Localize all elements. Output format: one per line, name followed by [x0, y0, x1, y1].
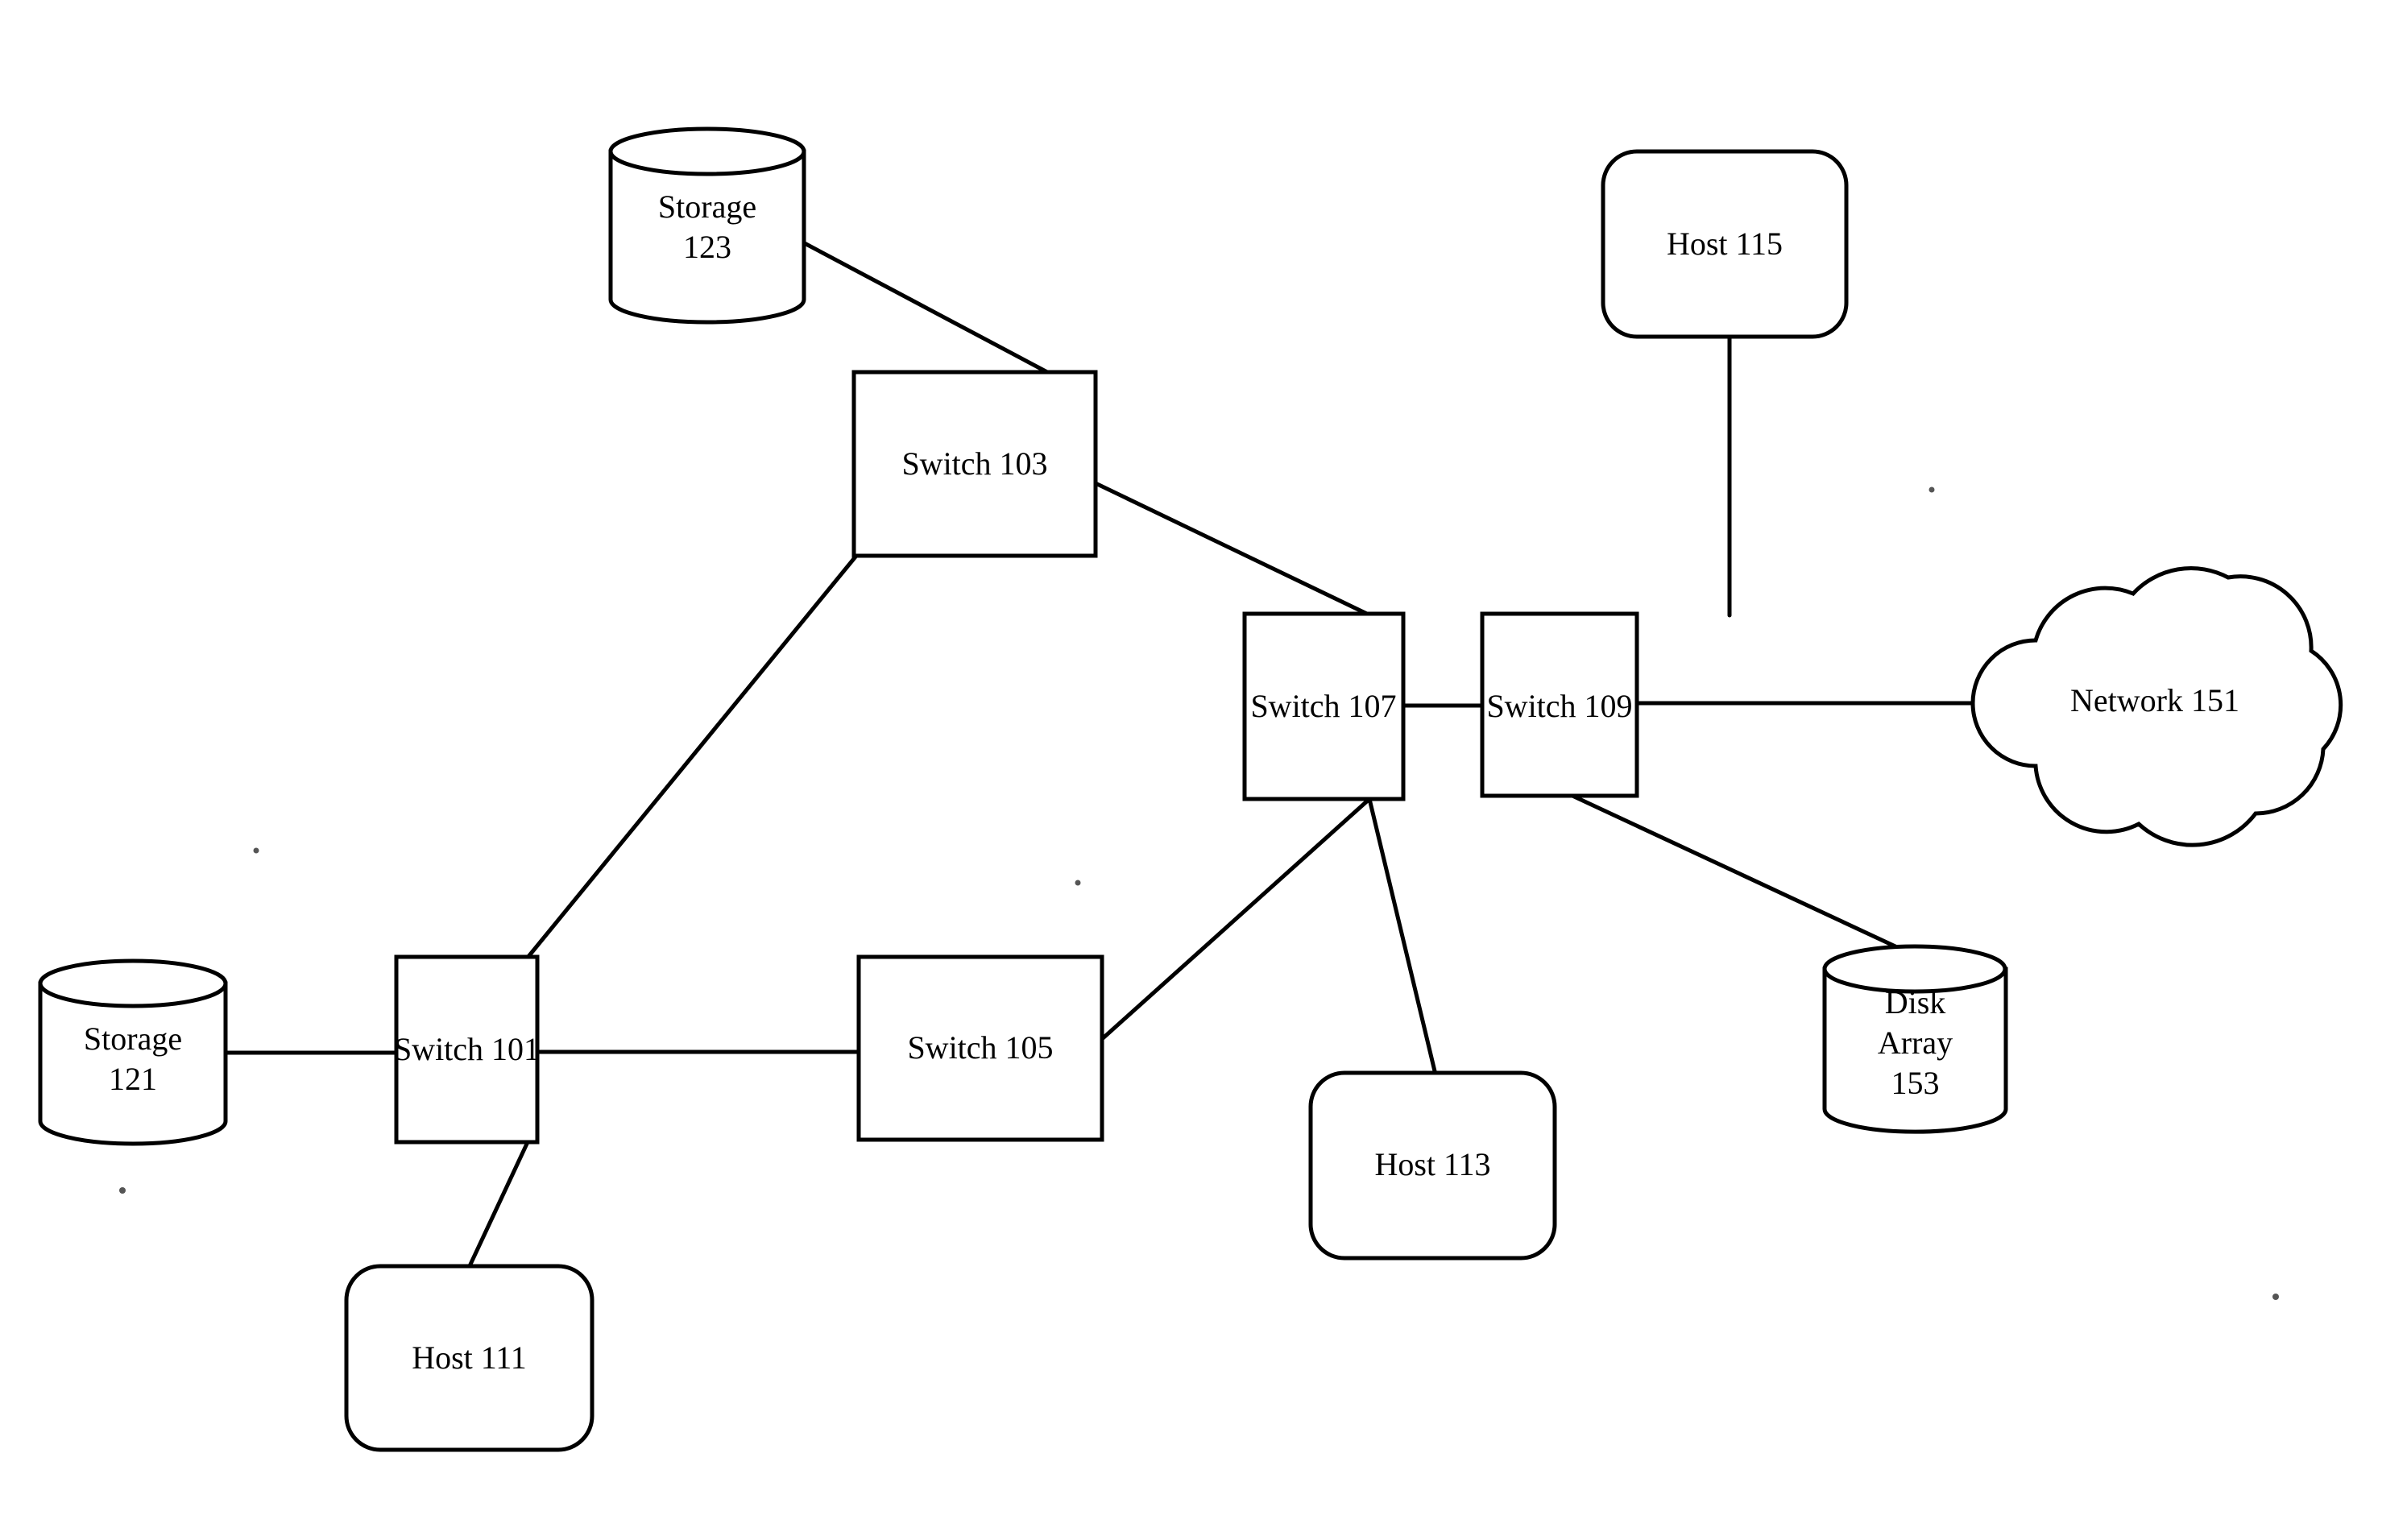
link-switch103-switch107: [1093, 481, 1373, 618]
node-shape-storage123[interactable]: [608, 126, 806, 325]
scan-speck: [1075, 880, 1081, 886]
node-shape-storage121[interactable]: [38, 958, 228, 1146]
node-shape-switch107[interactable]: [1242, 611, 1406, 801]
link-switch101-host111: [466, 1140, 530, 1270]
node-shape-diskarray153[interactable]: [1822, 944, 2008, 1134]
link-switch105-switch107: [1100, 797, 1372, 1041]
node-shape-layer: [38, 126, 2343, 1452]
diagram-canvas: [38, 126, 2343, 1452]
link-switch103-switch101: [524, 553, 859, 961]
network-diagram: Storage 123 Switch 103 Host 115 Switch 1…: [0, 0, 2407, 1540]
node-shape-switch109[interactable]: [1480, 611, 1639, 798]
node-shape-host115[interactable]: [1601, 149, 1849, 339]
node-shape-network151[interactable]: [1970, 566, 2343, 847]
link-storage123-switch103: [799, 239, 1050, 375]
scan-speck: [2272, 1294, 2279, 1300]
node-shape-switch105[interactable]: [856, 954, 1104, 1142]
link-switch107-host113: [1367, 797, 1438, 1077]
scan-speck: [253, 847, 259, 854]
scan-speck: [119, 1187, 126, 1194]
node-shape-host111[interactable]: [344, 1264, 594, 1452]
node-shape-switch101[interactable]: [394, 954, 540, 1145]
link-switch109-diskarray153: [1570, 793, 1924, 961]
scan-speck: [1928, 486, 1935, 493]
node-shape-host113[interactable]: [1308, 1070, 1557, 1261]
scan-speck-layer: [119, 486, 2279, 1300]
node-shape-switch103[interactable]: [851, 370, 1098, 558]
